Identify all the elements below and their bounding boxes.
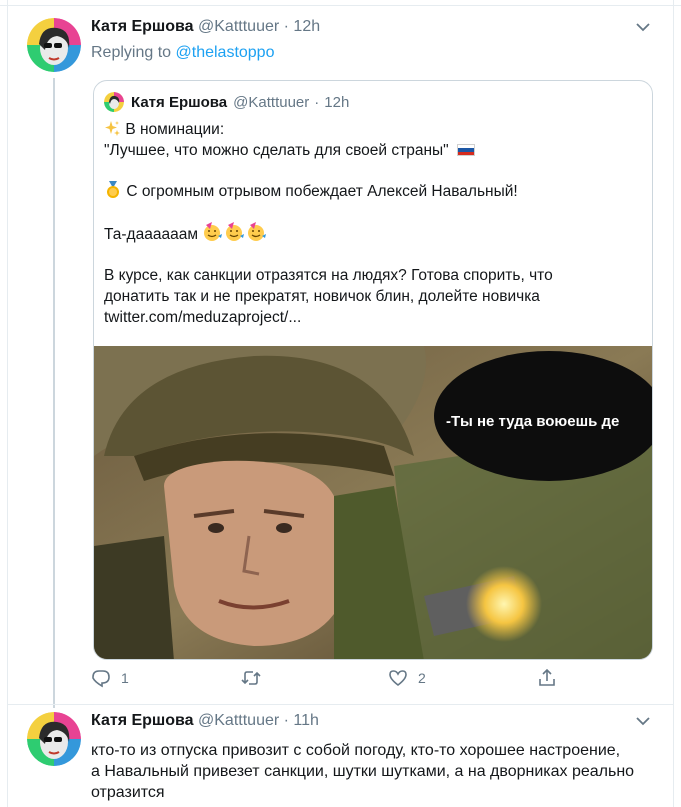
avatar [104, 92, 124, 112]
separator-dot: · [314, 93, 320, 111]
author-name: Катя Ершова [131, 93, 228, 111]
tweet-media-image[interactable]: -Ты не туда воюешь де [94, 346, 652, 659]
share-button[interactable] [537, 668, 557, 688]
author-handle: @Katttuuer [233, 93, 310, 111]
quoted-tweet[interactable]: Катя Ершова @Katttuuer · 12h В номинации… [93, 80, 653, 660]
quote-line-4: Та-даааааам [104, 226, 198, 243]
left-border [0, 0, 8, 807]
tweet[interactable]: Катя Ершова @Katttuuer · 11h кто-то из о… [9, 708, 672, 807]
author-name[interactable]: Катя Ершова [91, 712, 194, 729]
chevron-down-icon[interactable] [636, 22, 650, 32]
like-count: 2 [418, 670, 426, 686]
tweet-text: кто-то из отпуска привозит с собой погод… [91, 740, 661, 803]
author-handle[interactable]: @Katttuuer [198, 712, 279, 729]
tweet-divider [8, 704, 673, 705]
share-icon [539, 668, 555, 686]
tweet[interactable]: Катя Ершова @Katttuuer · 12h Replying to… [9, 10, 672, 708]
timestamp: 12h [324, 93, 350, 111]
action-bar: 1 2 [91, 668, 571, 694]
tweet-header: Катя Ершова @Katttuuer · 12h [91, 18, 320, 36]
retweet-icon [241, 671, 261, 685]
quote-line-2: "Лучшее, что можно сделать для своей стр… [104, 142, 449, 159]
chevron-down-icon[interactable] [636, 716, 650, 726]
timestamp[interactable]: 11h [293, 712, 319, 729]
avatar[interactable] [27, 18, 81, 72]
separator-dot: · [283, 712, 289, 729]
avatar[interactable] [27, 712, 81, 766]
quote-line-5: В курсе, как санкции отразятся на людях?… [104, 267, 553, 284]
author-handle[interactable]: @Katttuuer [198, 18, 279, 35]
russia-flag-icon [456, 144, 475, 156]
quoted-tweet-text: В номинации: "Лучшее, что можно сделать … [104, 119, 644, 328]
right-border [673, 0, 681, 807]
tweet-text-line: а Навальный привезет санкции, шутки шутк… [91, 763, 635, 780]
replying-prefix: Replying to [91, 44, 172, 61]
sparkles-icon [105, 121, 120, 136]
author-name[interactable]: Катя Ершова [91, 18, 194, 35]
tweet-text-line: отразится [91, 784, 165, 801]
quote-line-1: В номинации: [125, 121, 225, 138]
tweet-header: Катя Ершова @Katttuuer · 11h [91, 712, 319, 730]
tweet-text-line: кто-то из отпуска привозит с собой погод… [91, 742, 621, 759]
reply-icon [92, 670, 110, 688]
quoted-tweet-header: Катя Ершова @Katttuuer · 12h [104, 92, 349, 112]
medal-icon [107, 181, 119, 198]
timestamp[interactable]: 12h [293, 18, 320, 35]
like-icon [389, 670, 407, 687]
thread-line [53, 78, 55, 708]
quote-link[interactable]: twitter.com/meduzaproject/... [104, 307, 644, 328]
image-speech-bubble-text: -Ты не туда воюешь де [446, 413, 619, 430]
top-border [0, 0, 681, 6]
retweet-button[interactable] [241, 668, 271, 688]
reply-button[interactable]: 1 [91, 668, 129, 688]
separator-dot: · [283, 18, 289, 35]
replying-handle-link[interactable]: @thelastoppo [176, 44, 275, 61]
replying-to: Replying to @thelastoppo [91, 44, 274, 62]
party-face-icon [204, 222, 267, 241]
like-button[interactable]: 2 [388, 668, 426, 688]
reply-count: 1 [121, 670, 129, 686]
quote-line-3: С огромным отрывом побеждает Алексей Нав… [126, 183, 518, 200]
quote-line-6: донатить так и не прекратят, новичок бли… [104, 288, 540, 305]
